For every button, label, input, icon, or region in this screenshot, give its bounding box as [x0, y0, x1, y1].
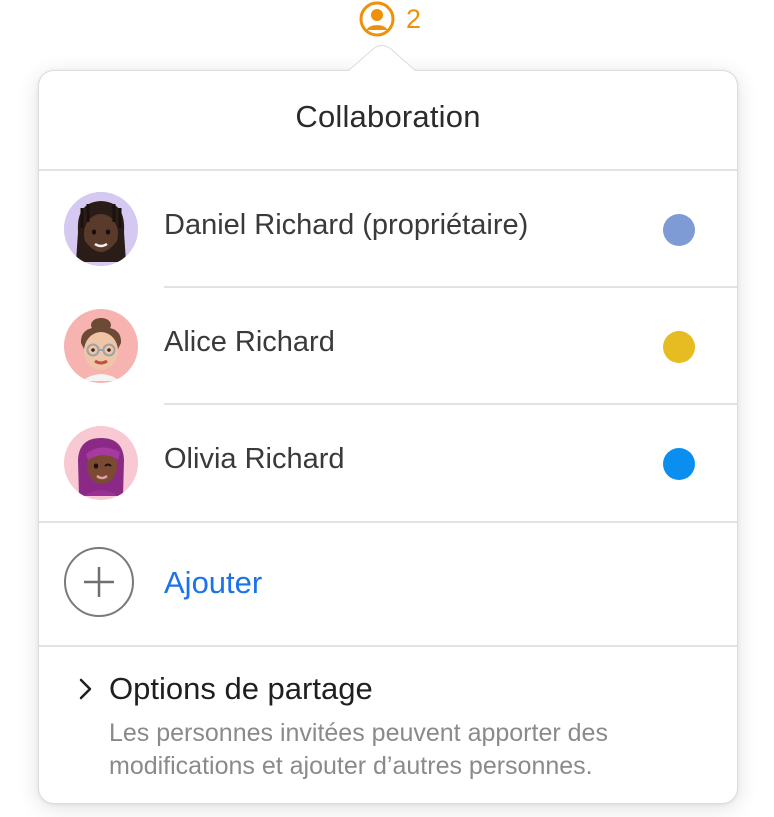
participant-name: Olivia Richard	[164, 443, 345, 475]
participant-row[interactable]: Daniel Richard (propriétaire)	[39, 171, 737, 287]
add-label: Ajouter	[164, 565, 263, 600]
participant-color-dot	[663, 448, 695, 480]
participant-name: Daniel Richard (propriétaire)	[164, 209, 529, 241]
collaborator-count: 2	[406, 3, 422, 34]
participant-row[interactable]: Olivia Richard	[39, 405, 737, 521]
share-options-description: Les personnes invitées peuvent apporter …	[109, 719, 608, 780]
avatar	[64, 192, 138, 266]
avatar	[64, 426, 138, 500]
plus-circle-icon	[64, 547, 134, 617]
avatar	[64, 309, 138, 383]
add-participant-button[interactable]: Ajouter	[39, 523, 737, 645]
popover-title: Collaboration	[295, 99, 481, 134]
collaboration-popover: Collaboration Daniel Richard (propriétai…	[38, 45, 738, 804]
share-options-section: Options de partage Les personnes invitée…	[39, 649, 737, 799]
chevron-right-icon	[79, 678, 93, 700]
person-circle-icon	[358, 0, 396, 38]
add-divider	[39, 645, 737, 647]
participant-color-dot	[663, 331, 695, 363]
share-options-title: Options de partage	[109, 671, 373, 706]
participant-name: Alice Richard	[164, 326, 335, 358]
collaborators-indicator[interactable]: 2	[358, 0, 421, 38]
collaboration-screen: 2 Collaboration Daniel Richard (propriét…	[0, 0, 774, 817]
participant-row[interactable]: Alice Richard	[39, 288, 737, 404]
share-options-toggle[interactable]: Options de partage	[79, 671, 373, 707]
participant-color-dot	[663, 214, 695, 246]
